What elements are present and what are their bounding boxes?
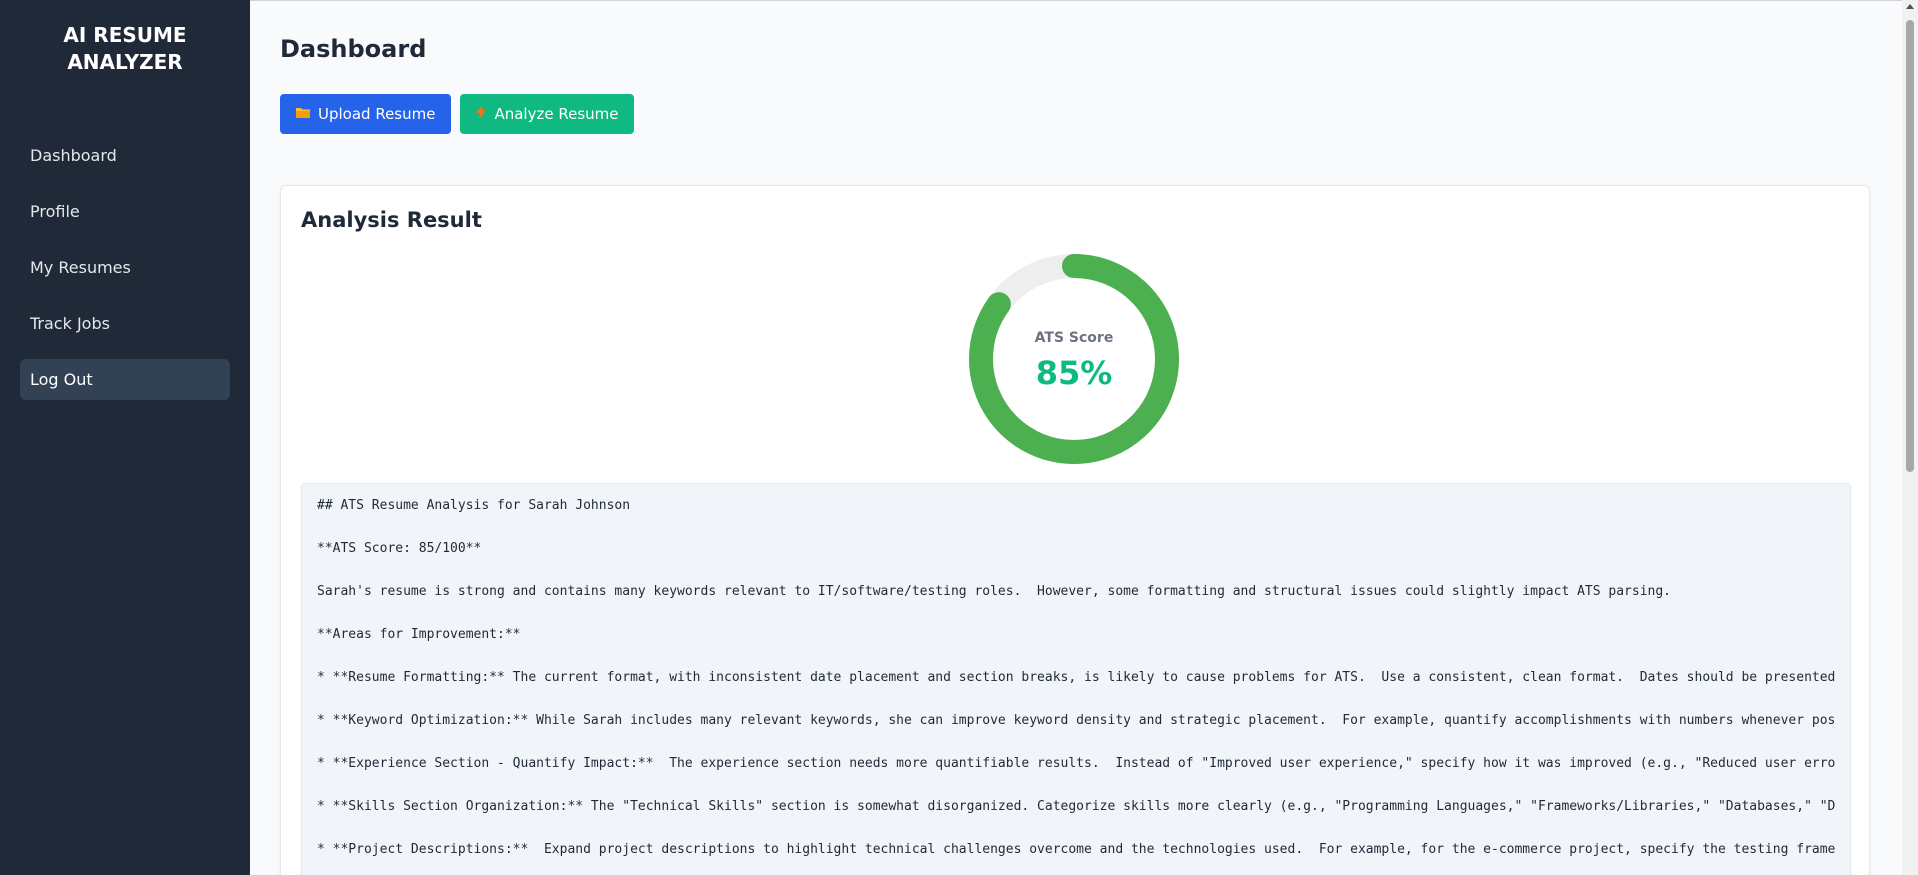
analysis-text: ## ATS Resume Analysis for Sarah Johnson… bbox=[301, 483, 1851, 875]
analysis-line: * **Experience Section - Quantify Impact… bbox=[317, 756, 1836, 771]
sidebar-item-profile[interactable]: Profile bbox=[20, 191, 230, 232]
sidebar-item-my-resumes[interactable]: My Resumes bbox=[20, 247, 230, 288]
ats-score-value: 85% bbox=[1035, 354, 1113, 392]
folder-icon bbox=[296, 106, 310, 122]
page-title: Dashboard bbox=[280, 35, 427, 63]
analysis-result-card: Analysis Result ATS Score 85% ## ATS Res… bbox=[280, 185, 1870, 875]
sidebar-nav: Dashboard Profile My Resumes Track Jobs … bbox=[20, 135, 230, 415]
scrollbar-thumb[interactable] bbox=[1906, 20, 1914, 472]
analysis-line: * **Skills Section Organization:** The "… bbox=[317, 799, 1836, 814]
analysis-line: * **Project Descriptions:** Expand proje… bbox=[317, 842, 1836, 857]
analysis-line: Sarah's resume is strong and contains ma… bbox=[317, 584, 1672, 599]
analyze-resume-label: Analyze Resume bbox=[494, 105, 619, 123]
sidebar: AI RESUME ANALYZER Dashboard Profile My … bbox=[0, 0, 250, 875]
lightning-icon bbox=[476, 105, 487, 123]
sidebar-item-dashboard[interactable]: Dashboard bbox=[20, 135, 230, 176]
page-scrollbar[interactable] bbox=[1902, 0, 1918, 875]
sidebar-item-log-out[interactable]: Log Out bbox=[20, 359, 230, 400]
upload-resume-label: Upload Resume bbox=[318, 105, 436, 123]
ats-score-label: ATS Score bbox=[1034, 330, 1114, 346]
sidebar-item-track-jobs[interactable]: Track Jobs bbox=[20, 303, 230, 344]
analysis-line: ## ATS Resume Analysis for Sarah Johnson bbox=[317, 498, 631, 513]
analyze-resume-button[interactable]: Analyze Resume bbox=[460, 94, 635, 134]
main-content: Dashboard Upload Resume Analyze Resume A… bbox=[250, 0, 1902, 875]
ats-score-gauge: ATS Score 85% bbox=[969, 254, 1179, 464]
analysis-line: * **Keyword Optimization:** While Sarah … bbox=[317, 713, 1836, 728]
action-bar: Upload Resume Analyze Resume bbox=[280, 94, 635, 134]
app-title: AI RESUME ANALYZER bbox=[63, 23, 187, 74]
scroll-up-icon[interactable] bbox=[1906, 4, 1914, 9]
analysis-line: * **Resume Formatting:** The current for… bbox=[317, 670, 1836, 685]
analysis-result-title: Analysis Result bbox=[301, 208, 482, 232]
upload-resume-button[interactable]: Upload Resume bbox=[280, 94, 452, 134]
analysis-line: **Areas for Improvement:** bbox=[317, 627, 521, 642]
analysis-line: **ATS Score: 85/100** bbox=[317, 541, 482, 556]
